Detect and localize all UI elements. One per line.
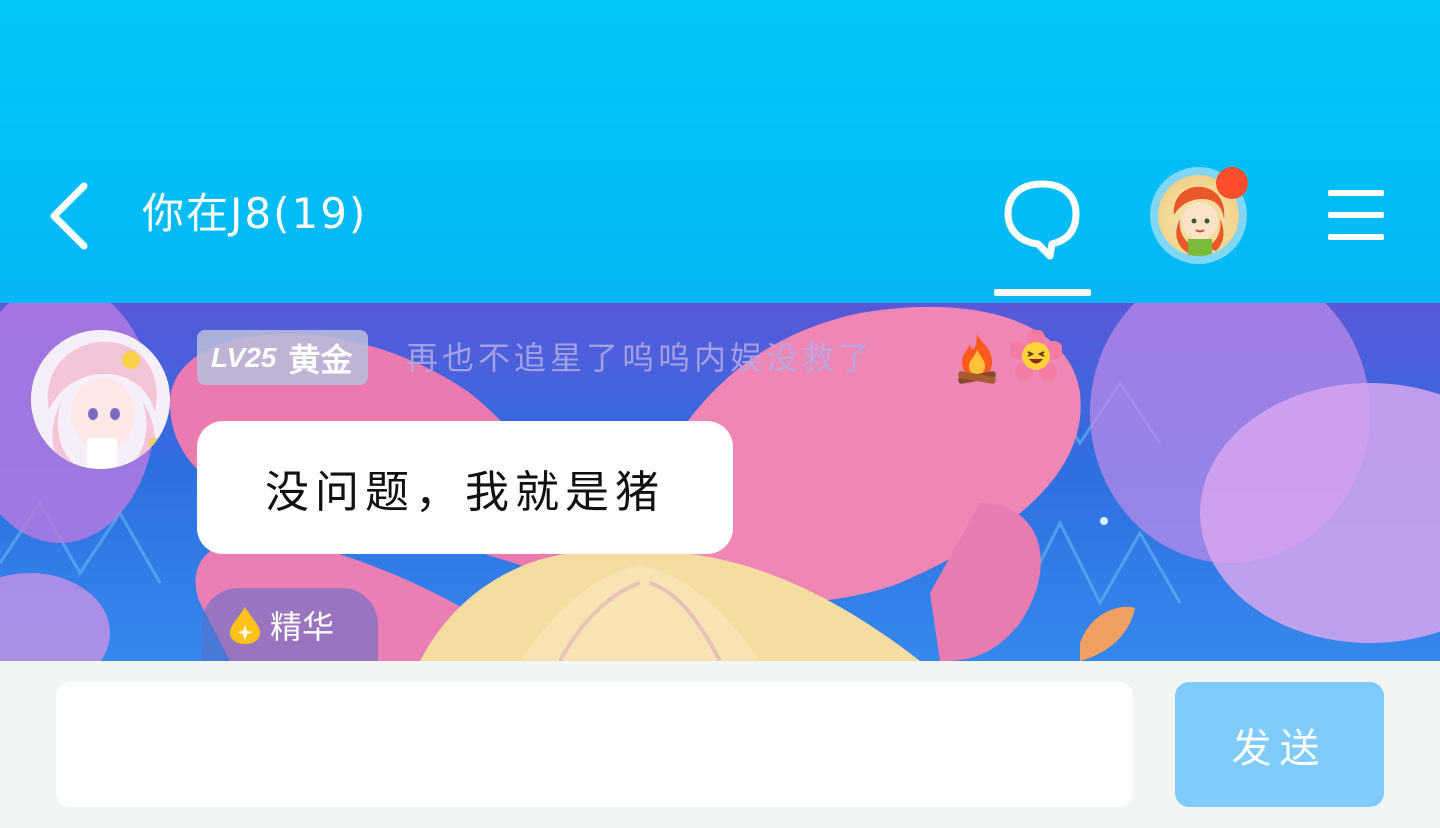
essence-tag[interactable]: 精华: [202, 588, 378, 661]
user-avatar-button[interactable]: [1150, 167, 1248, 264]
message-bubble[interactable]: 没问题，我就是猪: [197, 421, 733, 554]
hamburger-menu-icon: [1328, 190, 1384, 196]
essence-label: 精华: [270, 607, 335, 646]
fire-emoji-icon: [958, 334, 996, 384]
tab-chat[interactable]: [994, 168, 1091, 296]
input-bar: 发送: [0, 661, 1440, 828]
top-app-bar: 你在J8(19): [0, 0, 1440, 303]
sender-avatar[interactable]: [31, 330, 170, 469]
message-input[interactable]: [56, 682, 1133, 807]
laughing-flower-emoji-icon: [1010, 330, 1062, 381]
send-button[interactable]: 发送: [1175, 682, 1384, 807]
rank-label: 黄金: [288, 340, 353, 379]
drop-star-icon: [230, 606, 260, 644]
page-title: 你在J8(19): [142, 189, 368, 238]
notification-dot: [1216, 167, 1248, 199]
sender-title: 再也不追星了呜呜内娱没救了: [406, 339, 875, 377]
chat-bubble-icon: [1004, 180, 1080, 260]
level-badge: LV25 黄金: [197, 330, 369, 385]
chevron-left-icon: [50, 182, 88, 250]
menu-button[interactable]: [1326, 186, 1388, 244]
back-button[interactable]: [36, 176, 100, 256]
active-tab-indicator: [994, 289, 1091, 296]
level-label: LV25: [211, 341, 277, 373]
